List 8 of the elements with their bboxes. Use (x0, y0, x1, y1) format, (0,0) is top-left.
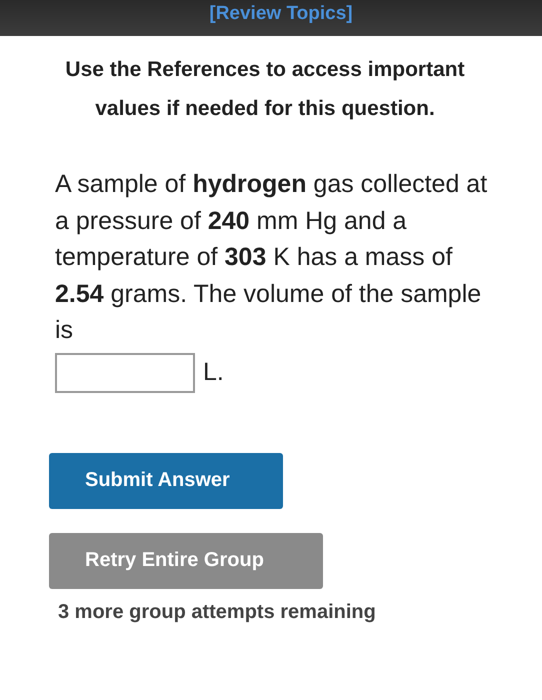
answer-field[interactable] (55, 352, 195, 392)
attempts-text: 3 more group attempts remaining (58, 600, 377, 624)
review-topics-link[interactable]: [Review Topics] (209, 3, 353, 25)
instructions-text: Use the References to access important values if needed for this question. (65, 57, 465, 122)
submit-button[interactable]: Submit Answer (49, 452, 283, 508)
retry-button[interactable]: Retry Entire Group (49, 532, 323, 588)
unit-label: L. (203, 358, 224, 387)
question-text: A sample of hydrogen gas collected at a pressure of 240 mm Hg and a temperature of 303 K has a mass of 2.54 grams. The volume of the sample is (55, 169, 488, 346)
